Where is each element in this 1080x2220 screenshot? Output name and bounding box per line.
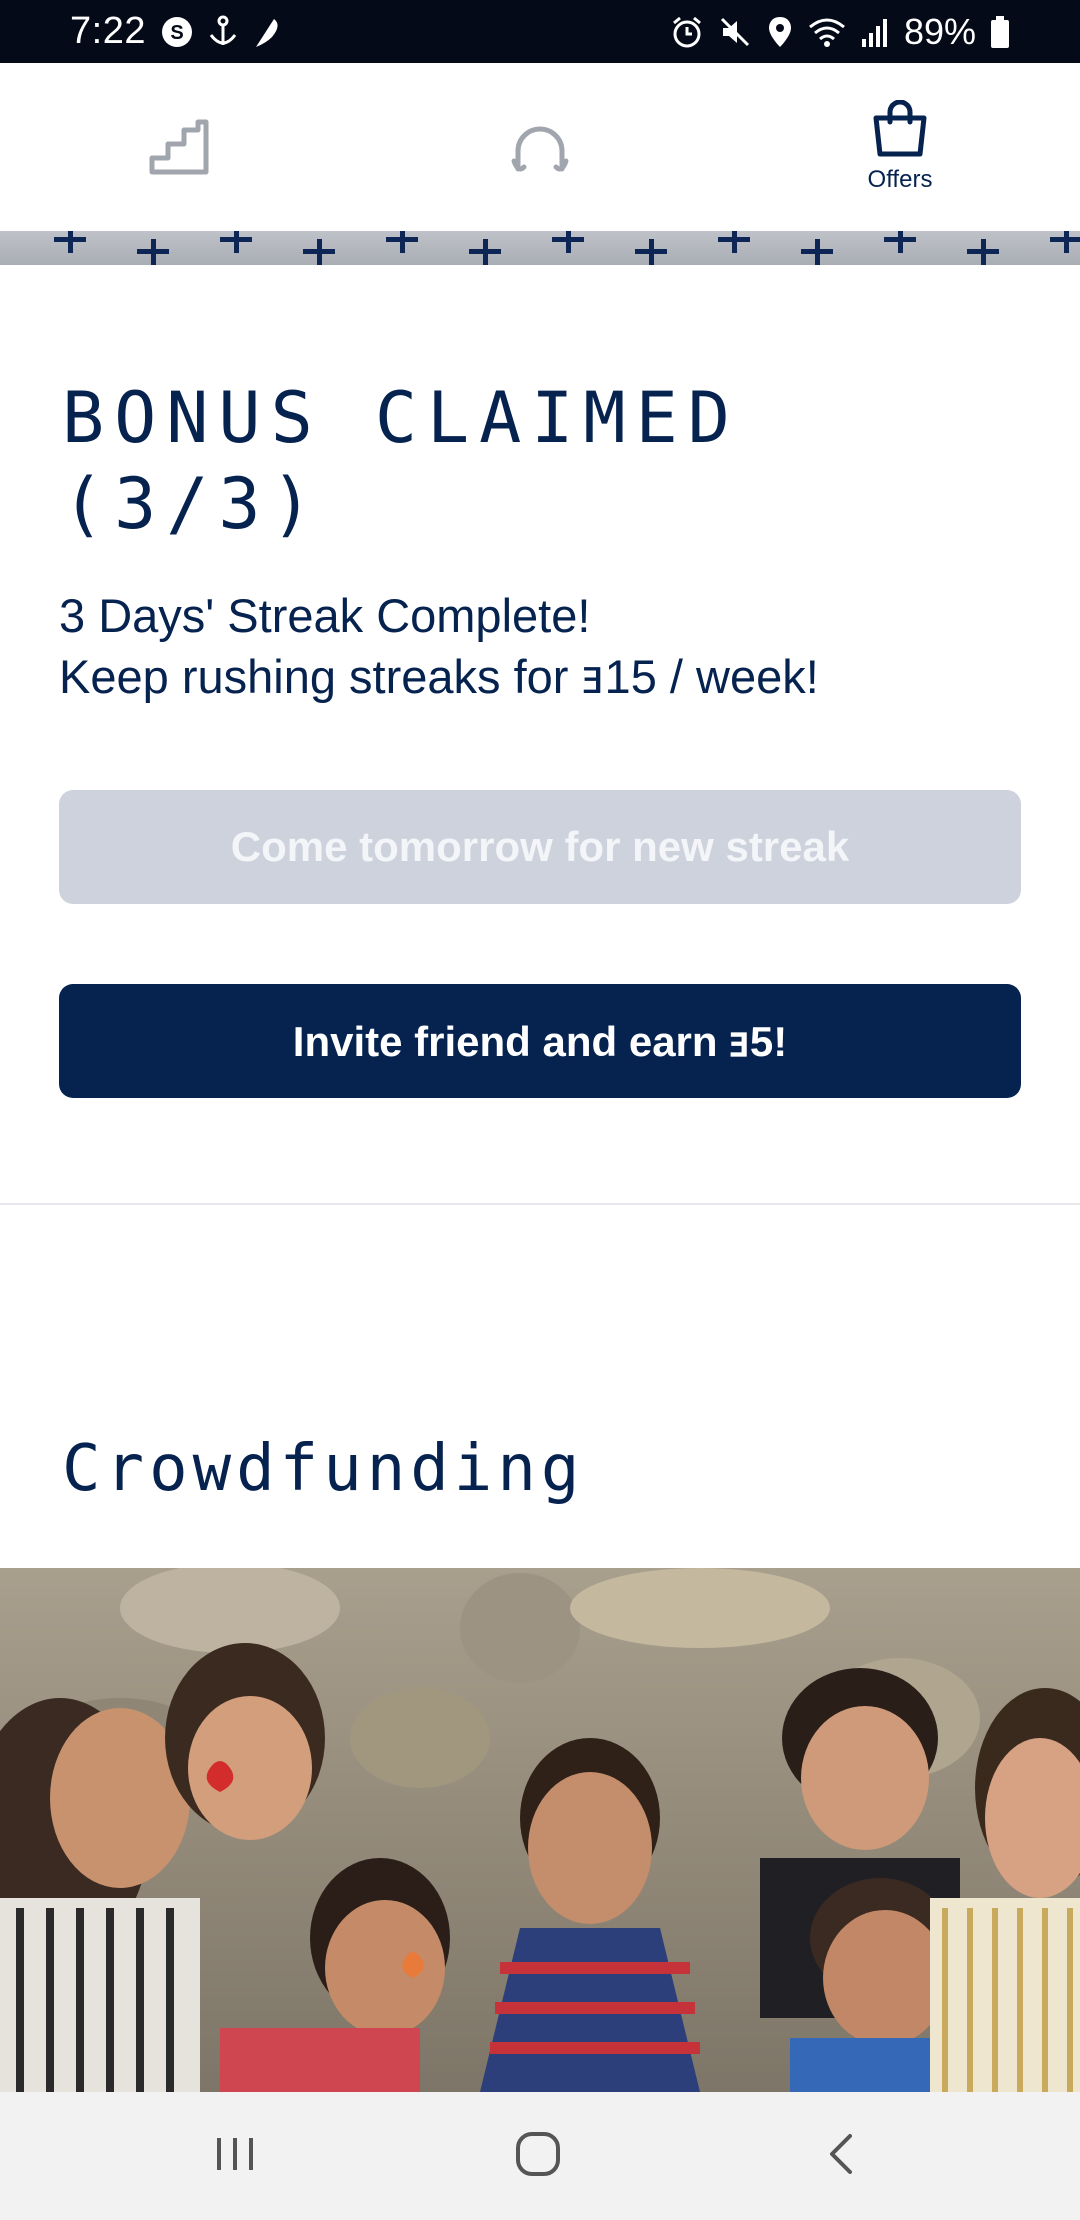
pattern-cross xyxy=(967,239,999,265)
home-icon xyxy=(514,2130,562,2183)
bonus-description: 3 Days' Streak Complete! Keep rushing st… xyxy=(59,585,1039,707)
bonus-title: BONUS CLAIMED (3/3) xyxy=(62,377,740,545)
crowdfunding-title: Crowdfunding xyxy=(62,1432,585,1506)
stairs-icon xyxy=(148,118,212,176)
recent-apps-button[interactable] xyxy=(155,2092,315,2220)
svg-text:S: S xyxy=(170,22,183,44)
pattern-cross xyxy=(884,231,916,253)
crowdfunding-image[interactable] xyxy=(0,1568,1080,2092)
wifi-icon xyxy=(808,12,846,52)
battery-icon xyxy=(990,12,1010,52)
pattern-cross xyxy=(469,239,501,265)
pattern-cross xyxy=(801,239,833,265)
headphones-icon xyxy=(508,117,572,177)
pattern-cross xyxy=(303,239,335,265)
invite-friend-button[interactable]: Invite friend and earn ⱻ5! xyxy=(59,984,1021,1098)
status-bar-left: 7:22 S xyxy=(70,10,282,53)
nav-item-stairs[interactable] xyxy=(80,63,280,231)
pattern-cross xyxy=(552,231,584,253)
battery-percent: 89% xyxy=(903,10,976,52)
pattern-cross xyxy=(1050,231,1080,253)
status-bar: 7:22 S 89% xyxy=(0,0,1080,63)
recent-apps-icon xyxy=(213,2134,257,2179)
nav-item-headphones[interactable] xyxy=(440,63,640,231)
decorative-pattern-strip xyxy=(0,231,1080,265)
alarm-icon xyxy=(670,12,704,52)
status-bar-right: 89% xyxy=(670,11,1010,53)
shopping-bag-icon xyxy=(870,100,930,158)
nav-label-offers: Offers xyxy=(867,166,933,193)
status-time: 7:22 xyxy=(70,10,146,52)
pattern-cross xyxy=(220,231,252,253)
system-navigation-bar xyxy=(0,2092,1080,2220)
location-icon xyxy=(766,12,794,52)
anchor-icon xyxy=(208,12,238,52)
nav-item-offers[interactable]: Offers xyxy=(800,63,1000,231)
back-button[interactable] xyxy=(760,2092,920,2220)
mute-icon xyxy=(718,12,752,52)
top-navigation: Offers xyxy=(0,63,1080,231)
section-divider xyxy=(0,1203,1080,1205)
pattern-cross xyxy=(54,231,86,253)
come-tomorrow-button[interactable]: Come tomorrow for new streak xyxy=(59,790,1021,904)
pattern-cross xyxy=(718,231,750,253)
pattern-cross xyxy=(386,231,418,253)
back-icon xyxy=(822,2130,858,2183)
signal-icon xyxy=(860,12,890,52)
streak-complete-text: 3 Days' Streak Complete! xyxy=(59,589,591,642)
pattern-cross xyxy=(137,239,169,265)
feather-icon xyxy=(252,12,282,52)
home-button[interactable] xyxy=(458,2092,618,2220)
pattern-cross xyxy=(635,239,667,265)
s-circle-icon: S xyxy=(160,12,194,52)
streak-reward-text: Keep rushing streaks for ⱻ15 / week! xyxy=(59,650,819,703)
